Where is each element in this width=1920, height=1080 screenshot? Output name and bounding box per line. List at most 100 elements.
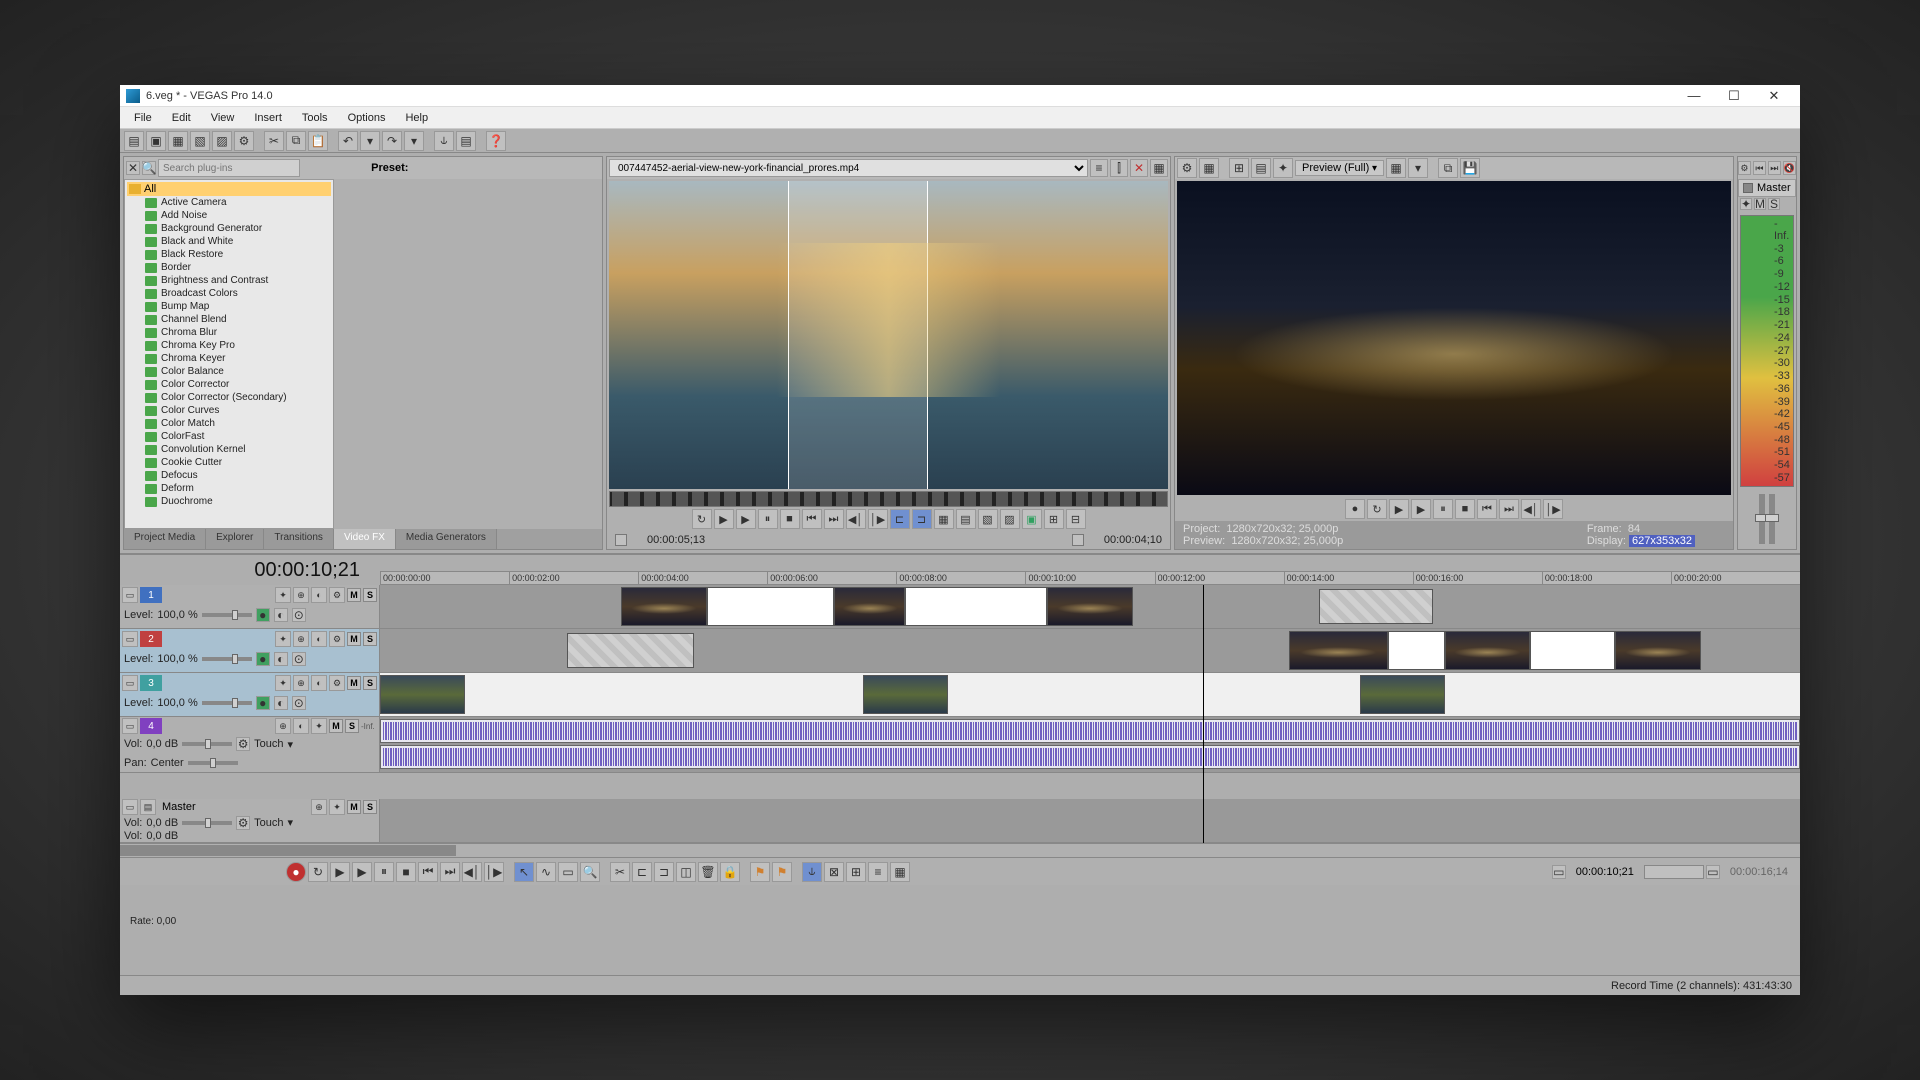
clip-v2-3[interactable] [1445, 631, 1530, 670]
track-body-bus[interactable] [380, 799, 1800, 842]
fx-item[interactable]: Chroma Keyer [127, 352, 331, 365]
tool-icon[interactable]: ▤ [456, 131, 476, 151]
tl-start-icon[interactable]: ⏮ [418, 862, 438, 882]
trimmer-remove-icon[interactable]: ✕ [1130, 159, 1148, 177]
tab-explorer[interactable]: Explorer [206, 529, 264, 549]
fx-item[interactable]: Color Match [127, 417, 331, 430]
record-icon[interactable]: ● [1345, 499, 1365, 519]
fx-item[interactable]: Brightness and Contrast [127, 274, 331, 287]
prev-loop-icon[interactable]: ↻ [1367, 499, 1387, 519]
trimmer-file-select[interactable]: 007447452-aerial-view-new-york-financial… [609, 159, 1088, 177]
menu-view[interactable]: View [201, 110, 245, 126]
tc-box-icon[interactable]: ▭ [1552, 865, 1566, 879]
timeline-ruler[interactable]: 00:00:00:0000:00:02:0000:00:04:0000:00:0… [380, 571, 1800, 585]
prev-end-icon[interactable]: ⏭ [1499, 499, 1519, 519]
fx-item[interactable]: Color Curves [127, 404, 331, 417]
select-tool-icon[interactable]: ▭ [558, 862, 578, 882]
tool-a-icon[interactable]: ▧ [978, 509, 998, 529]
track-num-2[interactable]: 2 [140, 631, 162, 647]
audio-clip-r[interactable] [380, 745, 1800, 769]
clip-v2-1[interactable] [567, 633, 695, 668]
fx-item[interactable]: Deform [127, 482, 331, 495]
clip-v3-1[interactable] [380, 675, 465, 714]
search-icon[interactable]: 🔍 [142, 161, 156, 175]
level-slider[interactable] [202, 657, 252, 661]
track-fx-icon[interactable]: ⊕ [293, 631, 309, 647]
play-start-icon[interactable]: ▶ [714, 509, 734, 529]
tl-play-start-icon[interactable]: ▶ [330, 862, 350, 882]
trim-end-icon[interactable]: ⊐ [654, 862, 674, 882]
trimmer-video[interactable] [609, 181, 1168, 489]
master-m-icon[interactable]: M [1754, 198, 1766, 210]
prev-drop-icon[interactable]: ▾ [1408, 158, 1428, 178]
clip-v1-1[interactable] [621, 587, 706, 626]
auto-cross-icon[interactable]: ⊞ [846, 862, 866, 882]
paste-icon[interactable]: 📋 [308, 131, 328, 151]
clip-v1-3[interactable] [1047, 587, 1132, 626]
track-motion-icon[interactable]: ✦ [275, 631, 291, 647]
trim-start-icon[interactable]: ⊏ [632, 862, 652, 882]
menu-options[interactable]: Options [338, 110, 396, 126]
fx-item[interactable]: Color Balance [127, 365, 331, 378]
tl-play-icon[interactable]: ▶ [352, 862, 372, 882]
menu-edit[interactable]: Edit [162, 110, 201, 126]
tab-project-media[interactable]: Project Media [124, 529, 206, 549]
save-icon[interactable]: ▦ [168, 131, 188, 151]
track-min-icon[interactable]: ▭ [122, 587, 138, 603]
redo-icon[interactable]: ↷ [382, 131, 402, 151]
level-slider[interactable] [202, 613, 252, 617]
maximize-button[interactable]: ☐ [1714, 87, 1754, 105]
fader-r[interactable] [1769, 494, 1775, 544]
fx-item[interactable]: ColorFast [127, 430, 331, 443]
close-panel-icon[interactable]: ✕ [126, 161, 140, 175]
marker-out-icon[interactable]: ⚑ [772, 862, 792, 882]
undo-icon[interactable]: ↶ [338, 131, 358, 151]
tl-nextf-icon[interactable]: │▶ [484, 862, 504, 882]
comp-mode-icon[interactable]: ◐ [274, 608, 288, 622]
tl-prevf-icon[interactable]: ◀│ [462, 862, 482, 882]
trimmer-tool1-icon[interactable]: ⫿ [1110, 159, 1128, 177]
snap-icon[interactable]: ⫝ [434, 131, 454, 151]
cut-icon[interactable]: ✂ [264, 131, 284, 151]
master-next-icon[interactable]: ⏭ [1768, 161, 1781, 175]
env-tool-icon[interactable]: ∿ [536, 862, 556, 882]
prev-overlay-icon[interactable]: ▦ [1386, 158, 1406, 178]
track-min-icon[interactable]: ▭ [122, 675, 138, 691]
render-icon[interactable]: ▧ [190, 131, 210, 151]
menu-help[interactable]: Help [395, 110, 438, 126]
track-s[interactable]: S [363, 588, 377, 602]
prev-save-icon[interactable]: 💾 [1460, 158, 1480, 178]
parent-icon[interactable]: ⊙ [292, 608, 306, 622]
prev-ext-icon[interactable]: ⊞ [1229, 158, 1249, 178]
clip-v1-1b[interactable] [707, 587, 835, 626]
menu-insert[interactable]: Insert [244, 110, 292, 126]
fx-item[interactable]: Chroma Blur [127, 326, 331, 339]
track-body-a1[interactable] [380, 717, 1800, 772]
clip-v2-2b[interactable] [1388, 631, 1445, 670]
audio-clip[interactable] [380, 719, 1800, 743]
fx-item[interactable]: Color Corrector (Secondary) [127, 391, 331, 404]
bottom-tc1[interactable]: 00:00:10;21 [1568, 866, 1642, 878]
track-num-4[interactable]: 4 [140, 718, 162, 734]
master-s-icon[interactable]: S [1768, 198, 1780, 210]
prev-opt1-icon[interactable]: ⚙ [1177, 158, 1197, 178]
marker-in-icon[interactable]: ⚑ [750, 862, 770, 882]
tool-c-icon[interactable]: ▣ [1022, 509, 1042, 529]
tl-loop-icon[interactable]: ↻ [308, 862, 328, 882]
menu-tools[interactable]: Tools [292, 110, 338, 126]
touch-icon[interactable]: ⚙ [236, 737, 250, 751]
bypass-icon[interactable]: ● [256, 608, 270, 622]
zoom-tool-icon[interactable]: 🔍 [580, 862, 600, 882]
close-button[interactable]: ✕ [1754, 87, 1794, 105]
clip-v2-3b[interactable] [1530, 631, 1615, 670]
auto-ripple-icon[interactable]: ⊠ [824, 862, 844, 882]
add-media-icon[interactable]: ▦ [934, 509, 954, 529]
minimize-button[interactable]: — [1674, 87, 1714, 105]
play-icon[interactable]: ▶ [736, 509, 756, 529]
tl-stop-icon[interactable]: ■ [396, 862, 416, 882]
lock-icon[interactable]: 🔒 [720, 862, 740, 882]
open-icon[interactable]: ▣ [146, 131, 166, 151]
clip-v2-2[interactable] [1289, 631, 1388, 670]
gear-icon[interactable]: ⚙ [234, 131, 254, 151]
timeline-timecode[interactable]: 00:00:10;21 [120, 559, 380, 582]
